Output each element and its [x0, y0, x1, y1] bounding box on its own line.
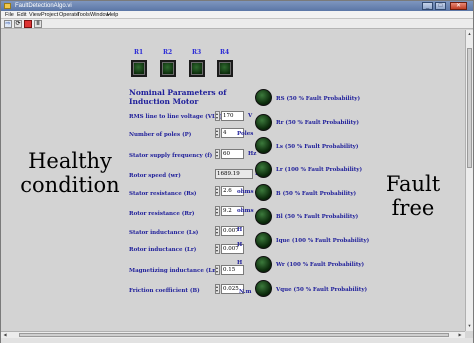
- fault-led-b: [255, 184, 272, 201]
- param-label-rr: Rotor resistance (Rr): [129, 211, 195, 217]
- param-label-friction: Friction coefficient (B): [129, 288, 200, 294]
- lr-increment-decrement[interactable]: [215, 244, 220, 254]
- rs-unit: ohms: [237, 189, 254, 195]
- run-continuously-icon[interactable]: ⟳: [14, 20, 22, 28]
- horizontal-scroll-thumb[interactable]: [19, 333, 449, 337]
- lm-increment-decrement[interactable]: [215, 265, 220, 275]
- lr-unit: H: [237, 242, 243, 248]
- fault-led-vque: [255, 280, 272, 297]
- title-bar[interactable]: FaultDetectionAlgo.vi _ □ ✕: [1, 1, 473, 11]
- rs-increment-decrement[interactable]: [215, 186, 220, 196]
- menu-help[interactable]: Help: [107, 11, 118, 19]
- status-bar: [1, 338, 473, 343]
- nominal-parameters-title: Nominal Parameters of Induction Motor: [129, 88, 227, 106]
- fault-label-ique: Ique (100 % Fault Probability): [276, 238, 370, 244]
- vertical-scrollbar[interactable]: ▲ ▼: [465, 30, 473, 331]
- fault-led-ls: [255, 137, 272, 154]
- rr-unit: ohms: [237, 208, 254, 214]
- pause-icon[interactable]: II: [34, 20, 42, 28]
- ls-unit: H: [237, 227, 243, 233]
- fault-led-bl: [255, 208, 272, 225]
- run-arrow-icon[interactable]: ⇨: [4, 20, 12, 28]
- window-title: FaultDetectionAlgo.vi: [15, 3, 72, 9]
- menu-view[interactable]: View: [29, 11, 41, 19]
- vll-increment-decrement[interactable]: [215, 111, 220, 121]
- fault-label-wr: Wr (100 % Fault Probability): [276, 262, 365, 268]
- app-icon: [4, 3, 11, 9]
- relay-label-r2: R2: [163, 49, 173, 56]
- param-label-ls: Stator inductance (Ls): [129, 230, 199, 236]
- minimize-button[interactable]: _: [422, 2, 433, 10]
- abort-icon[interactable]: [24, 20, 32, 28]
- fault-label-ls: Ls (50 % Fault Probability): [276, 144, 359, 150]
- frequency-value[interactable]: 60: [221, 149, 244, 159]
- param-label-poles: Number of poles (P): [129, 132, 192, 138]
- labview-window: FaultDetectionAlgo.vi _ □ ✕ File Edit Vi…: [0, 0, 474, 343]
- fault-led-lr: [255, 161, 272, 178]
- relay-label-r3: R3: [192, 49, 202, 56]
- scroll-up-arrow-icon[interactable]: ▲: [467, 31, 472, 37]
- relay-led-r1: [131, 60, 147, 77]
- menu-file[interactable]: File: [5, 11, 14, 19]
- relay-led-r4: [217, 60, 233, 77]
- param-label-lr: Rotor inductance (Lr): [129, 247, 197, 253]
- lm-unit: H: [237, 260, 243, 266]
- poles-unit: Poles: [237, 131, 254, 137]
- param-label-rs: Stator resistance (Rs): [129, 191, 197, 197]
- relay-led-r2: [160, 60, 176, 77]
- param-label-lm: Magnetizing inductance (Lm): [129, 268, 221, 274]
- vertical-scroll-thumb[interactable]: [467, 48, 472, 168]
- fault-free-label: Fault free: [385, 172, 441, 220]
- vll-value[interactable]: 170: [221, 111, 244, 121]
- fault-label-lr: Lr (100 % Fault Probability): [276, 167, 363, 173]
- menu-bar: File Edit View Project Operate Tools Win…: [1, 11, 473, 19]
- param-label-frequency: Stator supply frequency (f): [129, 153, 213, 159]
- poles-increment-decrement[interactable]: [215, 128, 220, 138]
- relay-label-r1: R1: [134, 49, 144, 56]
- param-label-vll: RMS line to line voltage (VLL): [129, 114, 223, 120]
- frequency-unit: Hz: [248, 151, 257, 157]
- fault-label-b: B (50 % Fault Probability): [276, 191, 357, 197]
- close-button[interactable]: ✕: [450, 2, 467, 10]
- horizontal-scrollbar[interactable]: ◀ ▶: [1, 331, 465, 338]
- toolbar: ⇨ ⟳ II: [1, 19, 473, 29]
- ls-increment-decrement[interactable]: [215, 226, 220, 236]
- fault-label-rs: RS (50 % Fault Probability): [276, 96, 361, 102]
- rr-increment-decrement[interactable]: [215, 206, 220, 216]
- lm-value[interactable]: 0.15: [221, 265, 244, 275]
- rotor-speed-value: 1689.19: [215, 169, 253, 179]
- vll-unit: V: [248, 113, 253, 119]
- relay-led-r3: [189, 60, 205, 77]
- menu-operate[interactable]: Operate: [59, 11, 79, 19]
- fault-label-vque: Vque (50 % Fault Probability): [276, 287, 368, 293]
- fault-led-ique: [255, 232, 272, 249]
- menu-tools[interactable]: Tools: [77, 11, 90, 19]
- menu-edit[interactable]: Edit: [17, 11, 26, 19]
- menu-project[interactable]: Project: [41, 11, 58, 19]
- fault-label-rr: Rr (50 % Fault Probability): [276, 120, 359, 126]
- maximize-button[interactable]: □: [435, 2, 446, 10]
- relay-label-r4: R4: [220, 49, 230, 56]
- friction-increment-decrement[interactable]: [215, 284, 220, 294]
- healthy-condition-label: Healthy condition: [20, 149, 120, 197]
- scroll-down-arrow-icon[interactable]: ▼: [467, 323, 472, 329]
- fault-led-wr: [255, 256, 272, 273]
- friction-unit: N.m: [239, 289, 252, 295]
- fault-label-bl: Bl (50 % Fault Probability): [276, 214, 359, 220]
- fault-led-rs: [255, 89, 272, 106]
- frequency-increment-decrement[interactable]: [215, 149, 220, 159]
- fault-led-rr: [255, 114, 272, 131]
- param-label-rotor-speed: Rotor speed (wr): [129, 173, 181, 179]
